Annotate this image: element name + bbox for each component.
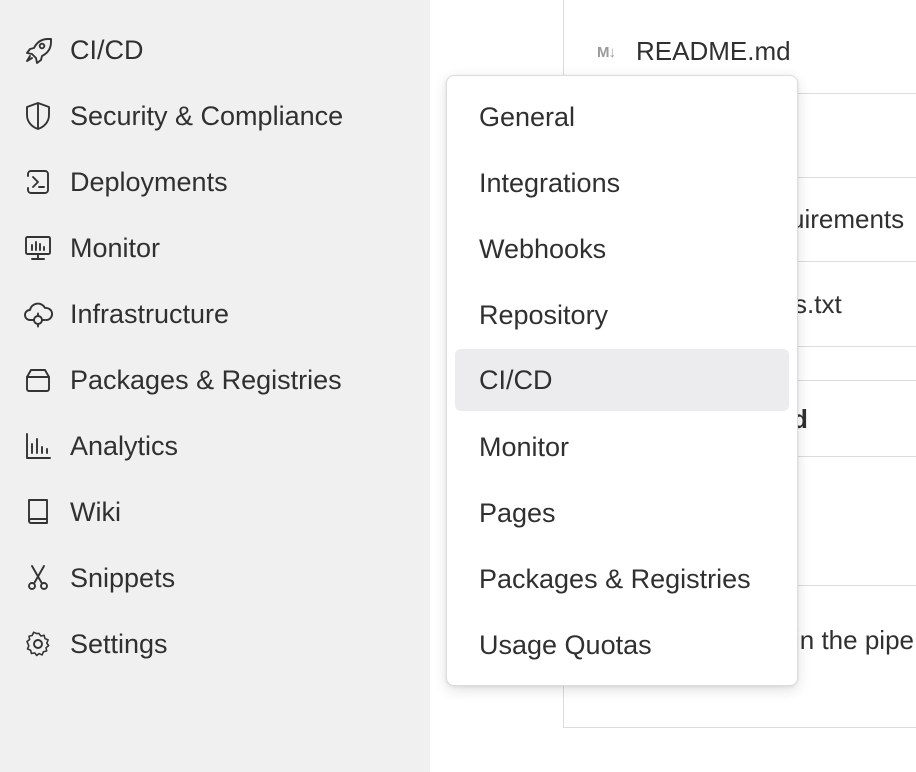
- menu-item-label: Repository: [479, 299, 609, 330]
- rocket-icon: [20, 32, 56, 68]
- menu-item-repository[interactable]: Repository: [455, 284, 789, 346]
- sidebar-item-label: Deployments: [70, 166, 228, 197]
- book-icon: [20, 494, 56, 530]
- sidebar-item-label: Settings: [70, 628, 168, 659]
- sidebar-item-label: Monitor: [70, 232, 161, 263]
- file-name-partial[interactable]: uirements: [790, 204, 904, 235]
- menu-item-label: Integrations: [479, 167, 621, 198]
- menu-item-monitor[interactable]: Monitor: [455, 416, 789, 478]
- scissors-icon: [20, 560, 56, 596]
- cloud-gear-icon: [20, 296, 56, 332]
- menu-item-packages-registries[interactable]: Packages & Registries: [455, 548, 789, 610]
- menu-item-label: Webhooks: [479, 233, 607, 264]
- markdown-icon: M↓: [597, 44, 616, 61]
- analytics-icon: [20, 428, 56, 464]
- menu-item-webhooks[interactable]: Webhooks: [455, 218, 789, 280]
- sidebar: CI/CD Security & Compliance Deployments …: [0, 0, 430, 772]
- menu-item-label: Packages & Registries: [479, 563, 751, 594]
- menu-item-usage-quotas[interactable]: Usage Quotas: [455, 614, 789, 676]
- menu-item-label: Monitor: [479, 431, 570, 462]
- file-name-partial[interactable]: s.txt: [794, 289, 842, 320]
- sidebar-item-monitor[interactable]: Monitor: [0, 215, 430, 281]
- body-text-partial: in the pipe: [794, 625, 914, 655]
- menu-item-label: Pages: [479, 497, 556, 528]
- gear-icon: [20, 626, 56, 662]
- menu-item-label: General: [479, 101, 576, 132]
- sidebar-item-analytics[interactable]: Analytics: [0, 413, 430, 479]
- sidebar-item-label: CI/CD: [70, 34, 144, 65]
- sidebar-item-settings[interactable]: Settings: [0, 611, 430, 677]
- sidebar-item-cicd[interactable]: CI/CD: [0, 17, 430, 83]
- sidebar-item-label: Security & Compliance: [70, 100, 344, 131]
- deployments-icon: [20, 164, 56, 200]
- sidebar-item-label: Packages & Registries: [70, 364, 342, 395]
- sidebar-item-packages-registries[interactable]: Packages & Registries: [0, 347, 430, 413]
- settings-submenu-dropdown: General Integrations Webhooks Repository…: [446, 75, 798, 686]
- menu-item-general[interactable]: General: [455, 86, 789, 148]
- sidebar-item-label: Analytics: [70, 430, 179, 461]
- sidebar-item-label: Wiki: [70, 496, 121, 527]
- monitor-icon: [20, 230, 56, 266]
- menu-item-integrations[interactable]: Integrations: [455, 152, 789, 214]
- menu-item-cicd[interactable]: CI/CD: [455, 349, 789, 411]
- menu-item-label: CI/CD: [479, 364, 553, 395]
- sidebar-item-security-compliance[interactable]: Security & Compliance: [0, 83, 430, 149]
- sidebar-item-label: Snippets: [70, 562, 176, 593]
- readme-file-link[interactable]: README.md: [636, 36, 791, 67]
- shield-icon: [20, 98, 56, 134]
- sidebar-item-deployments[interactable]: Deployments: [0, 149, 430, 215]
- sidebar-item-wiki[interactable]: Wiki: [0, 479, 430, 545]
- sidebar-item-snippets[interactable]: Snippets: [0, 545, 430, 611]
- package-icon: [20, 362, 56, 398]
- menu-item-pages[interactable]: Pages: [455, 482, 789, 544]
- sidebar-item-label: Infrastructure: [70, 298, 230, 329]
- menu-item-label: Usage Quotas: [479, 629, 652, 660]
- sidebar-item-infrastructure[interactable]: Infrastructure: [0, 281, 430, 347]
